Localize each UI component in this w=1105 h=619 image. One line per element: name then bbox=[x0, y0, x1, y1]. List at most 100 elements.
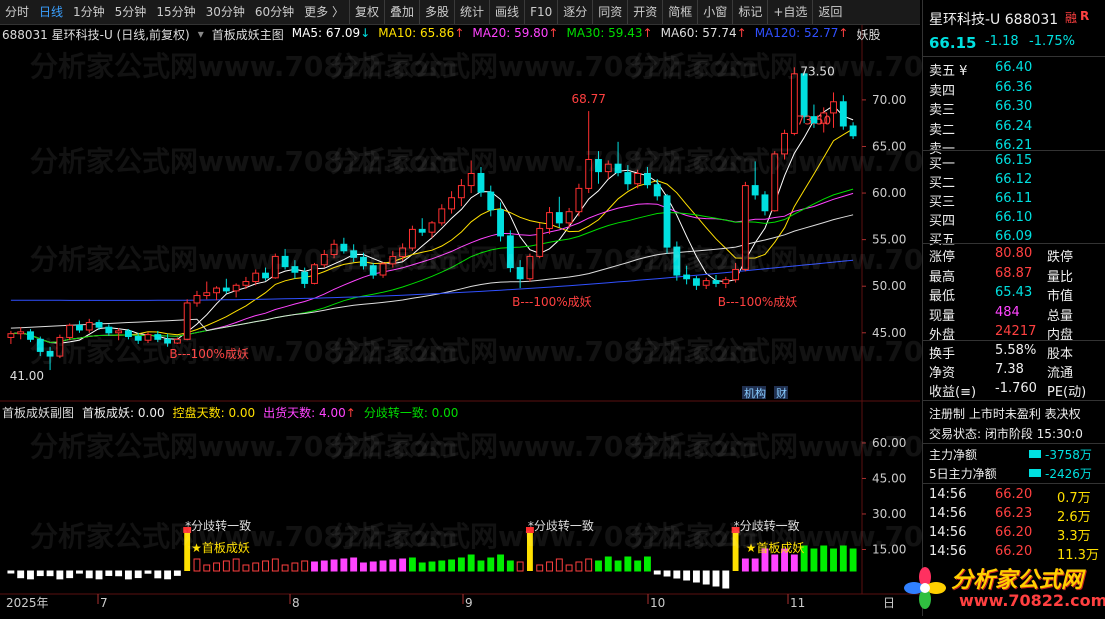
sub-bar bbox=[85, 570, 93, 579]
sub-chart-legend: 首板成妖副图 首板成妖: 0.00 控盘天数: 0.00 出货天数: 4.00↑ 分歧… bbox=[2, 404, 458, 420]
sub-bar bbox=[173, 570, 181, 576]
sub-bar bbox=[712, 570, 720, 587]
chart-annotation: 68.77 bbox=[572, 92, 606, 106]
sub-bar bbox=[448, 559, 456, 572]
sub-bar bbox=[790, 554, 798, 572]
sub-bar bbox=[595, 560, 602, 572]
sub-tick-label: 45.00 bbox=[872, 471, 906, 485]
candle bbox=[546, 207, 553, 235]
bid-price: 66.15 bbox=[995, 153, 1033, 168]
bid-row: 买四 66.10 bbox=[923, 209, 1105, 229]
yaogu-label[interactable]: 妖股 bbox=[856, 26, 880, 43]
sub-bar bbox=[56, 570, 64, 580]
stat-value: 80.80 bbox=[995, 246, 1033, 261]
candle bbox=[418, 218, 426, 236]
dropdown-arrow-icon[interactable]: ▾ bbox=[198, 27, 204, 41]
candle bbox=[702, 277, 710, 290]
time-axis-label: 7 bbox=[100, 596, 108, 610]
tick-row: 14:56 66.20 0.7万 bbox=[923, 486, 1105, 506]
sub-bar bbox=[134, 570, 142, 579]
stat-row: 最高 68.87 量比 bbox=[923, 265, 1105, 285]
sub-legend-text: 分歧转一致: 0.00 bbox=[363, 405, 459, 420]
ma-legend-item-3: MA30: 59.43↑ bbox=[566, 26, 652, 43]
ma-legend-item-4: MA60: 57.74↑ bbox=[661, 26, 747, 43]
sub-legend-arrow: ↑ bbox=[345, 405, 356, 420]
time-axis-label: 9 bbox=[465, 596, 473, 610]
sub-bar bbox=[203, 564, 211, 572]
margin-badge: 融 bbox=[1065, 11, 1078, 25]
time-axis-label: 日 bbox=[883, 596, 895, 610]
chart-annotation: 41.00 bbox=[10, 369, 44, 383]
sub-bar bbox=[27, 570, 34, 580]
tags-row: 注册制 上市时未盈利 表决权 bbox=[923, 404, 1105, 423]
overlay-badge[interactable]: 机构 bbox=[742, 386, 766, 400]
sub-bar bbox=[751, 558, 759, 572]
sub-indicator-values: 首板成妖: 0.00 控盘天数: 0.00 出货天数: 4.00↑ 分歧转一致: 0.… bbox=[82, 404, 458, 421]
stat-label: 收益(≡) bbox=[929, 385, 977, 400]
candle bbox=[497, 202, 504, 242]
sub-bar bbox=[66, 570, 74, 579]
sub-legend-item-0: 首板成妖: 0.00 bbox=[82, 404, 165, 421]
sub-bar bbox=[692, 570, 700, 583]
sub-bar bbox=[154, 570, 162, 579]
sub-bar bbox=[379, 560, 387, 572]
sub-bar bbox=[213, 562, 220, 572]
sub-bar bbox=[702, 570, 710, 585]
time-axis-label: 11 bbox=[790, 596, 805, 610]
stat-label-2: 市值 bbox=[1047, 289, 1074, 304]
stat-row: 涨停 80.80 跌停 bbox=[923, 245, 1105, 265]
candle bbox=[565, 207, 573, 229]
bid-label: 买二 bbox=[929, 176, 956, 191]
stat-label-2: 跌停 bbox=[1047, 250, 1074, 265]
sub-bar bbox=[115, 570, 123, 577]
sub-bar bbox=[369, 561, 377, 572]
divider bbox=[923, 150, 1105, 151]
divider bbox=[923, 340, 1105, 341]
sub-bar bbox=[46, 570, 54, 577]
candle bbox=[487, 185, 495, 217]
main-indicator-name[interactable]: 首板成妖主图 bbox=[212, 26, 284, 43]
sub-bar bbox=[350, 557, 358, 572]
stat-label: 涨停 bbox=[929, 250, 956, 265]
tick-time: 14:56 bbox=[929, 544, 967, 559]
ma-legend-text: MA5: 67.09 bbox=[291, 25, 361, 40]
candle bbox=[203, 281, 211, 300]
time-axis-label: 8 bbox=[292, 596, 300, 610]
stat-value: 24217 bbox=[995, 324, 1037, 339]
overlay-badge[interactable]: 财 bbox=[774, 386, 788, 400]
sub-indicator-name[interactable]: 首板成妖副图 bbox=[2, 404, 74, 421]
sub-bar bbox=[614, 560, 622, 572]
stat-row: 换手 5.58% 股本 bbox=[923, 342, 1105, 362]
sub-bar bbox=[536, 564, 544, 572]
sub-bar bbox=[506, 560, 514, 572]
ask-label: 卖三 bbox=[929, 103, 956, 118]
bid-price: 66.09 bbox=[995, 229, 1033, 244]
sub-bar bbox=[624, 556, 632, 572]
ma-legend-arrow: ↑ bbox=[548, 25, 559, 40]
sub-bar bbox=[232, 558, 240, 572]
logo-text: 分析家公式网 bbox=[951, 568, 1084, 593]
sub-bar bbox=[408, 557, 416, 572]
candle bbox=[213, 286, 220, 301]
sub-bar bbox=[271, 558, 279, 572]
sub-bar bbox=[673, 570, 681, 579]
bid-price: 66.10 bbox=[995, 210, 1033, 225]
candle bbox=[222, 278, 230, 294]
stat-label-2: 总量 bbox=[1047, 308, 1074, 324]
bid-label: 买三 bbox=[929, 195, 956, 210]
price-tick-label: 60.00 bbox=[872, 186, 906, 200]
stat-value: 68.87 bbox=[995, 265, 1033, 281]
flow-bar bbox=[1029, 469, 1041, 477]
sub-bar bbox=[389, 559, 397, 572]
divider bbox=[923, 56, 1105, 57]
sub-bar bbox=[418, 562, 426, 572]
sub-legend-item-1: 控盘天数: 0.00 bbox=[173, 404, 256, 421]
candle bbox=[193, 290, 201, 307]
sub-bar bbox=[477, 560, 485, 572]
tick-row: 14:56 66.23 2.6万 bbox=[923, 505, 1105, 525]
candle bbox=[448, 191, 456, 214]
sub-legend-text: 首板成妖: 0.00 bbox=[82, 405, 165, 420]
r-badge: R bbox=[1080, 9, 1090, 23]
stat-value: 5.58% bbox=[995, 343, 1037, 358]
ask-label: 卖四 bbox=[929, 83, 956, 99]
